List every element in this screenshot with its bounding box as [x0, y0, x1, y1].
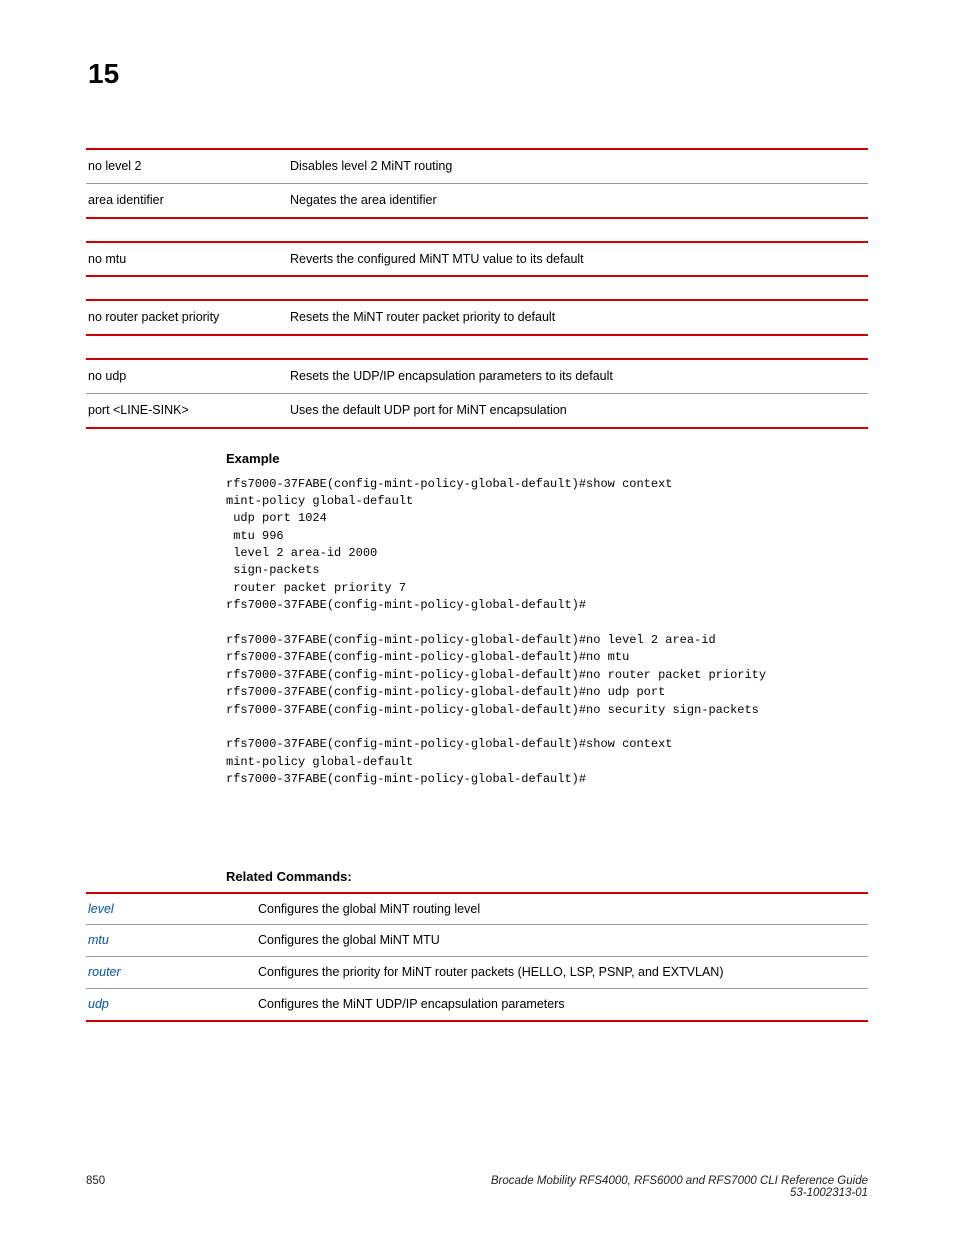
footer-title: Brocade Mobility RFS4000, RFS6000 and RF…	[491, 1175, 868, 1187]
table-row: no mtuReverts the configured MiNT MTU va…	[86, 242, 868, 277]
table-row: udpConfigures the MiNT UDP/IP encapsulat…	[86, 988, 868, 1020]
table-row: port <LINE-SINK>Uses the default UDP por…	[86, 393, 868, 427]
example-code: rfs7000-37FABE(config-mint-policy-global…	[226, 476, 868, 789]
param-table-4: no udpResets the UDP/IP encapsulation pa…	[86, 358, 868, 429]
param-table-1: no level 2Disables level 2 MiNT routing …	[86, 148, 868, 219]
link-router[interactable]: router	[88, 965, 121, 979]
table-row: mtuConfigures the global MiNT MTU	[86, 925, 868, 957]
link-level[interactable]: level	[88, 902, 114, 916]
param-table-2: no mtuReverts the configured MiNT MTU va…	[86, 241, 868, 278]
footer-page: 850	[86, 1175, 105, 1199]
link-mtu[interactable]: mtu	[88, 933, 109, 947]
table-row: levelConfigures the global MiNT routing …	[86, 893, 868, 925]
link-udp[interactable]: udp	[88, 997, 109, 1011]
param-table-3: no router packet priorityResets the MiNT…	[86, 299, 868, 336]
related-heading: Related Commands:	[226, 869, 868, 884]
table-row: no udpResets the UDP/IP encapsulation pa…	[86, 359, 868, 393]
table-row: routerConfigures the priority for MiNT r…	[86, 957, 868, 989]
table-row: no router packet priorityResets the MiNT…	[86, 300, 868, 335]
related-commands-table: levelConfigures the global MiNT routing …	[86, 892, 868, 1022]
footer-sub: 53-1002313-01	[790, 1187, 868, 1199]
page-footer: 850 Brocade Mobility RFS4000, RFS6000 an…	[86, 1175, 868, 1199]
example-heading: Example	[226, 451, 868, 466]
table-row: area identifierNegates the area identifi…	[86, 183, 868, 217]
page-number: 15	[88, 58, 868, 90]
table-row: no level 2Disables level 2 MiNT routing	[86, 149, 868, 183]
